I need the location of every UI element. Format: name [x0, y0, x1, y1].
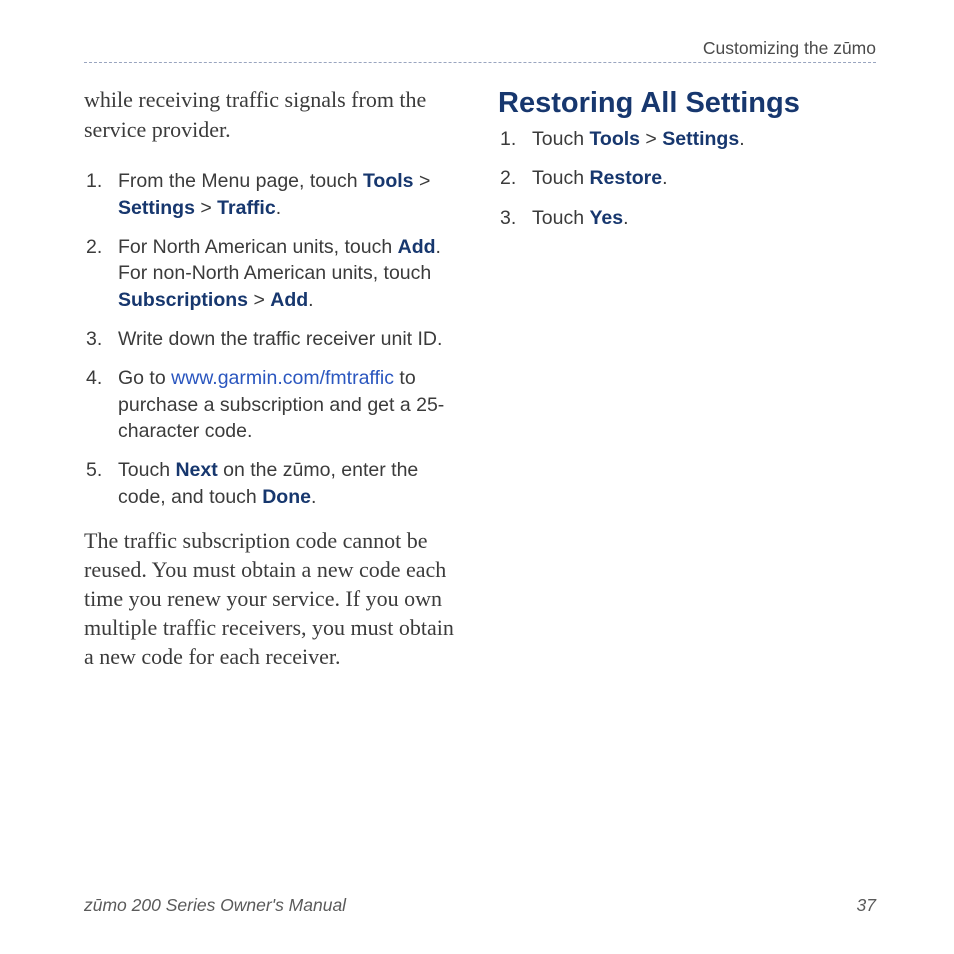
left-step-1: From the Menu page, touch Tools > Settin… [84, 168, 462, 221]
step-text: Touch [118, 459, 175, 481]
step-text: . [739, 128, 744, 150]
step-text: > [195, 197, 217, 219]
step-text: Touch [532, 207, 589, 229]
footer-page-number: 37 [857, 895, 876, 916]
section-header: Customizing the zūmo [84, 38, 876, 63]
left-step-3: Write down the traffic receiver unit ID. [84, 326, 462, 352]
closing-paragraph: The traffic subscription code cannot be … [84, 526, 462, 671]
bold-next: Next [175, 459, 217, 481]
bold-settings-r: Settings [662, 128, 739, 150]
left-column: while receiving traffic signals from the… [84, 85, 462, 671]
right-steps-list: Touch Tools > Settings. Touch Restore. T… [498, 126, 876, 231]
bold-restore: Restore [589, 167, 662, 189]
left-step-5: Touch Next on the zūmo, enter the code, … [84, 457, 462, 510]
left-steps-list: From the Menu page, touch Tools > Settin… [84, 168, 462, 509]
bold-yes: Yes [589, 207, 623, 229]
bold-add2: Add [270, 289, 308, 311]
step-text: Go to [118, 367, 171, 389]
page-footer: zūmo 200 Series Owner's Manual 37 [84, 895, 876, 916]
restoring-heading: Restoring All Settings [498, 87, 876, 120]
step-text: . [662, 167, 667, 189]
bold-done: Done [262, 486, 311, 508]
left-step-4: Go to www.garmin.com/fmtraffic to purcha… [84, 365, 462, 444]
step-text: . [276, 197, 281, 219]
link-fmtraffic[interactable]: www.garmin.com/fmtraffic [171, 367, 394, 389]
bold-tools-r: Tools [589, 128, 640, 150]
right-step-2: Touch Restore. [498, 165, 876, 191]
step-text: From the Menu page, touch [118, 170, 363, 192]
step-text: Touch [532, 128, 589, 150]
step-text: > [414, 170, 431, 192]
footer-title: zūmo 200 Series Owner's Manual [84, 895, 346, 916]
step-text: . [623, 207, 628, 229]
content-columns: while receiving traffic signals from the… [84, 85, 876, 671]
intro-paragraph: while receiving traffic signals from the… [84, 85, 462, 144]
step-text: Touch [532, 167, 589, 189]
right-step-1: Touch Tools > Settings. [498, 126, 876, 152]
right-step-3: Touch Yes. [498, 205, 876, 231]
bold-settings: Settings [118, 197, 195, 219]
left-step-2: For North American units, touch Add. For… [84, 234, 462, 313]
bold-tools: Tools [363, 170, 414, 192]
bold-add: Add [398, 236, 436, 258]
step-text: > [640, 128, 662, 150]
right-column: Restoring All Settings Touch Tools > Set… [498, 85, 876, 671]
bold-subscriptions: Subscriptions [118, 289, 248, 311]
bold-traffic: Traffic [217, 197, 276, 219]
step-text: . [311, 486, 316, 508]
step-text: > [248, 289, 270, 311]
step-text: . [308, 289, 313, 311]
step-text: For North American units, touch [118, 236, 398, 258]
